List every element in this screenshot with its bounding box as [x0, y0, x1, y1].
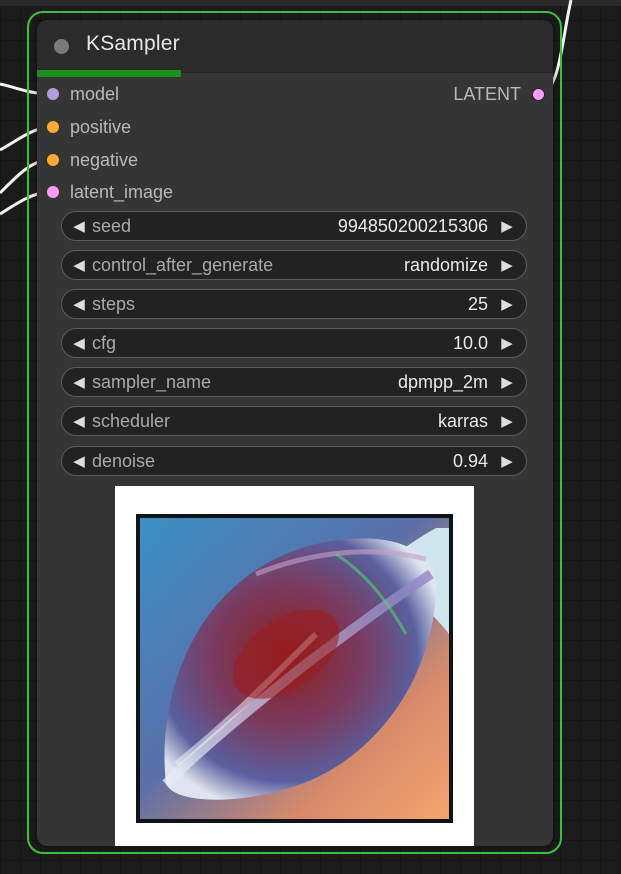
input-slot-model[interactable]: model [47, 82, 119, 106]
widget-value[interactable]: 10.0 [453, 333, 488, 354]
progress-fill [37, 70, 182, 77]
widget-denoise[interactable]: ◀ denoise 0.94 ▶ [61, 446, 527, 476]
ksampler-node[interactable]: KSampler model positive negative latent_… [37, 20, 553, 846]
widget-label: seed [92, 215, 132, 236]
widget-value[interactable]: 0.94 [453, 451, 488, 472]
output-slot-latent[interactable]: LATENT [453, 82, 545, 106]
decrement-arrow-icon[interactable]: ◀ [66, 217, 92, 235]
widget-value[interactable]: randomize [404, 255, 488, 276]
increment-arrow-icon[interactable]: ▶ [494, 412, 520, 430]
image-preview[interactable] [115, 486, 474, 846]
widget-label: sampler_name [92, 371, 212, 392]
collapse-dot-icon[interactable] [54, 39, 69, 54]
decrement-arrow-icon[interactable]: ◀ [66, 295, 92, 313]
output-label: LATENT [453, 83, 521, 104]
input-slot-latent-image[interactable]: latent_image [47, 180, 173, 204]
input-slot-negative[interactable]: negative [47, 148, 138, 172]
preview-image [136, 514, 453, 823]
input-label: latent_image [70, 181, 174, 202]
input-dot-icon[interactable] [47, 186, 59, 198]
decrement-arrow-icon[interactable]: ◀ [66, 373, 92, 391]
increment-arrow-icon[interactable]: ▶ [494, 295, 520, 313]
widget-sampler-name[interactable]: ◀ sampler_name dpmpp_2m ▶ [61, 367, 527, 397]
progress-bar [37, 70, 553, 77]
decrement-arrow-icon[interactable]: ◀ [66, 334, 92, 352]
widget-control-after-generate[interactable]: ◀ control_after_generate randomize ▶ [61, 250, 527, 280]
input-label: positive [70, 116, 132, 137]
input-dot-icon[interactable] [47, 88, 59, 100]
widget-value[interactable]: dpmpp_2m [398, 372, 488, 393]
top-bar [0, 0, 621, 6]
widget-label: cfg [92, 332, 117, 353]
widget-label: scheduler [92, 410, 171, 431]
increment-arrow-icon[interactable]: ▶ [494, 334, 520, 352]
decrement-arrow-icon[interactable]: ◀ [66, 452, 92, 470]
decrement-arrow-icon[interactable]: ◀ [66, 412, 92, 430]
widget-seed[interactable]: ◀ seed 994850200215306 ▶ [61, 211, 527, 241]
node-header[interactable]: KSampler [37, 20, 553, 73]
decrement-arrow-icon[interactable]: ◀ [66, 256, 92, 274]
input-label: negative [70, 149, 139, 170]
input-dot-icon[interactable] [47, 154, 59, 166]
output-dot-icon[interactable] [532, 87, 545, 101]
increment-arrow-icon[interactable]: ▶ [494, 452, 520, 470]
widget-value[interactable]: karras [438, 411, 488, 432]
input-dot-icon[interactable] [47, 121, 59, 133]
input-slot-positive[interactable]: positive [47, 115, 131, 139]
increment-arrow-icon[interactable]: ▶ [494, 373, 520, 391]
input-label: model [70, 83, 120, 104]
widget-label: denoise [92, 450, 156, 471]
widget-scheduler[interactable]: ◀ scheduler karras ▶ [61, 406, 527, 436]
increment-arrow-icon[interactable]: ▶ [494, 256, 520, 274]
node-title: KSampler [86, 32, 180, 55]
widget-steps[interactable]: ◀ steps 25 ▶ [61, 289, 527, 319]
widget-label: control_after_generate [92, 254, 274, 275]
increment-arrow-icon[interactable]: ▶ [494, 217, 520, 235]
widget-value[interactable]: 994850200215306 [338, 216, 488, 237]
widget-label: steps [92, 293, 136, 314]
widget-value[interactable]: 25 [468, 294, 488, 315]
widget-cfg[interactable]: ◀ cfg 10.0 ▶ [61, 328, 527, 358]
